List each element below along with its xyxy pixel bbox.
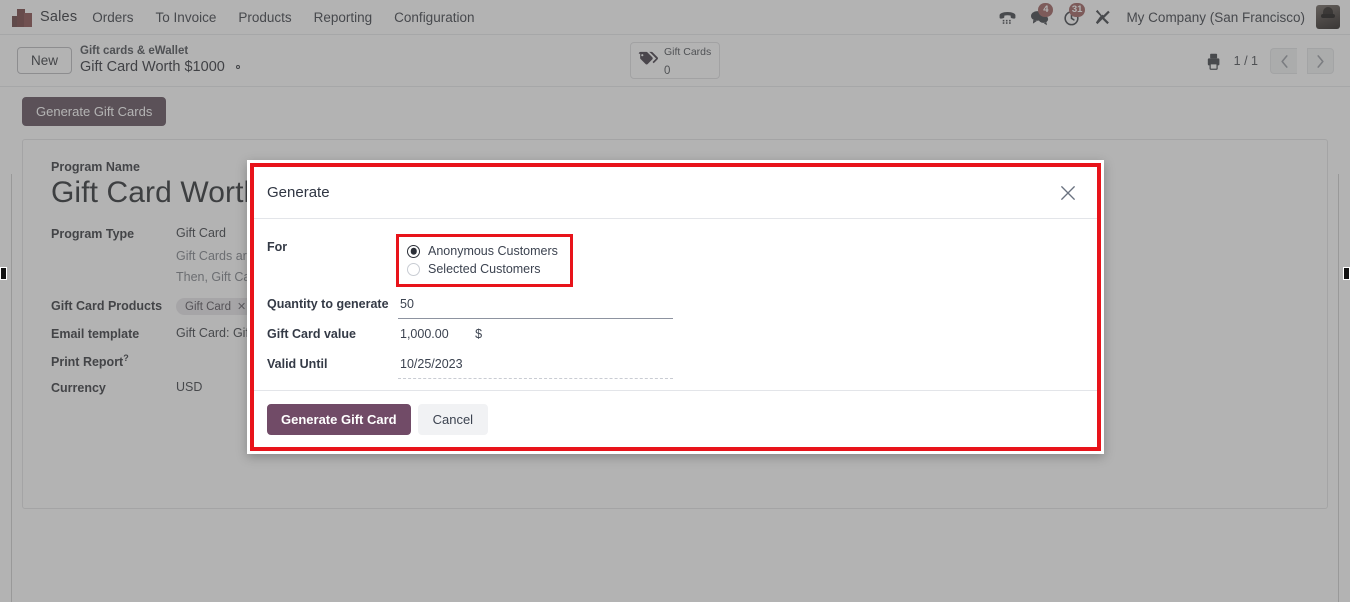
row-valid-until: Valid Until 10/25/2023 [267,349,1084,379]
field-label-print-report-text: Print Report [51,355,124,370]
stat-text: Gift Cards 0 [664,42,711,79]
input-quantity-to-generate[interactable]: 50 [398,289,673,319]
tag-remove-icon[interactable]: ✕ [237,300,246,313]
field-label-program-type: Program Type [51,227,135,241]
radio-option-anonymous-customers[interactable]: Anonymous Customers [407,242,558,260]
voip-phone-icon[interactable] [992,0,1022,35]
dialog-body: For Anonymous Customers Selected Custome… [254,219,1097,391]
gift-cards-stat-button[interactable]: Gift Cards 0 [630,42,720,79]
breadcrumb-current: Gift Card Worth $1000 [80,58,225,75]
input-gift-card-value[interactable]: 1,000.00 $ [398,319,673,349]
row-gift-card-value: Gift Card value 1,000.00 $ [267,319,1084,349]
breadcrumb: Gift cards & eWallet Gift Card Worth $10… [80,45,244,76]
activities-clock-icon[interactable]: 31 [1056,0,1086,35]
field-label-currency: Currency [51,381,106,396]
pager-area: 1 / 1 [1206,35,1334,87]
messages-icon[interactable]: 4 [1024,0,1054,35]
row-for: For Anonymous Customers Selected Custome… [267,234,1084,287]
menu-item-reporting[interactable]: Reporting [303,0,384,35]
label-for: For [267,240,288,254]
dialog-title: Generate [267,184,330,201]
label-quantity-to-generate: Quantity to generate [267,297,389,311]
radio-selected-customers-icon[interactable] [407,262,420,276]
value-valid-until: 10/25/2023 [400,357,463,371]
left-resize-handle[interactable] [0,267,7,280]
odoo-app-window: Sales Orders To Invoice Products Reporti… [0,0,1350,602]
new-record-button[interactable]: New [17,47,73,74]
dialog-header: Generate [254,167,1097,219]
field-value-currency[interactable]: USD [176,380,202,394]
tag-icon [638,50,658,71]
menu-item-configuration[interactable]: Configuration [383,0,485,35]
dialog-footer: Generate Gift Card Cancel [254,391,1097,447]
menu-item-products[interactable]: Products [227,0,302,35]
field-label-email-template: Email template [51,327,140,342]
generate-gift-cards-button[interactable]: Generate Gift Cards [22,97,167,126]
close-icon[interactable] [1057,182,1079,204]
menu-item-to-invoice[interactable]: To Invoice [145,0,228,35]
brand-name: Sales [40,9,78,25]
input-valid-until[interactable]: 10/25/2023 [398,349,673,379]
top-navbar: Sales Orders To Invoice Products Reporti… [0,0,1350,35]
breadcrumb-current-wrap: Gift Card Worth $1000 [80,59,244,76]
left-edge-line [11,174,12,602]
right-resize-handle[interactable] [1343,267,1350,280]
radio-anonymous-customers-label: Anonymous Customers [428,244,558,258]
label-gift-card-value: Gift Card value [267,327,356,341]
stat-value: 0 [664,64,671,77]
company-switcher[interactable]: My Company (San Francisco) [1120,10,1314,25]
help-tooltip-icon[interactable]: ? [123,353,129,363]
radio-selected-customers-label: Selected Customers [428,262,541,276]
activities-badge: 31 [1068,2,1086,17]
currency-symbol: $ [475,327,483,341]
navbar-menu: Orders To Invoice Products Reporting Con… [81,0,485,35]
tag-gift-card[interactable]: Gift Card ✕ [176,298,256,316]
menu-item-orders[interactable]: Orders [81,0,144,35]
control-panel: New Gift cards & eWallet Gift Card Worth… [0,35,1350,87]
radio-anonymous-customers-icon[interactable] [407,244,420,258]
debug-tools-icon[interactable] [1088,0,1118,35]
generate-gift-card-submit-button[interactable]: Generate Gift Card [267,403,411,435]
value-quantity-to-generate: 50 [400,297,414,311]
pager-next-button[interactable] [1307,48,1334,74]
field-value-gift-card-products: Gift Card ✕ [176,298,256,316]
generate-dialog: Generate For Anonymous Customers Selecte… [254,167,1097,447]
radio-group-highlight: Anonymous Customers Selected Customers [396,234,573,287]
row-quantity-to-generate: Quantity to generate 50 [267,289,1084,319]
label-valid-until: Valid Until [267,357,328,371]
navbar-right-tools: 4 31 My Company (San Francisco) [992,0,1350,35]
field-label-print-report: Print Report? [51,352,176,369]
app-brand[interactable]: Sales [0,0,81,35]
user-avatar[interactable] [1316,5,1340,29]
underline-valid-until [398,378,673,379]
gear-icon[interactable] [232,61,244,73]
breadcrumb-parent[interactable]: Gift cards & eWallet [80,45,244,59]
generate-dialog-wrapper: Generate For Anonymous Customers Selecte… [247,160,1104,454]
radio-option-selected-customers[interactable]: Selected Customers [407,260,558,278]
pager-count: 1 / 1 [1233,54,1258,68]
sales-app-icon [12,8,32,27]
tag-gift-card-label: Gift Card [185,300,232,313]
field-label-gift-card-products: Gift Card Products [51,299,163,314]
pager-previous-button[interactable] [1270,48,1297,74]
right-edge-line [1338,174,1339,602]
messages-badge: 4 [1038,2,1054,17]
stat-label: Gift Cards [664,46,712,59]
action-bar: Generate Gift Cards [0,87,1350,126]
dialog-highlight-box: Generate For Anonymous Customers Selecte… [250,163,1101,451]
printer-icon[interactable] [1206,53,1222,70]
cancel-button[interactable]: Cancel [417,403,489,435]
field-for: Anonymous Customers Selected Customers [396,234,1084,287]
value-gift-card-value: 1,000.00 [400,327,449,341]
